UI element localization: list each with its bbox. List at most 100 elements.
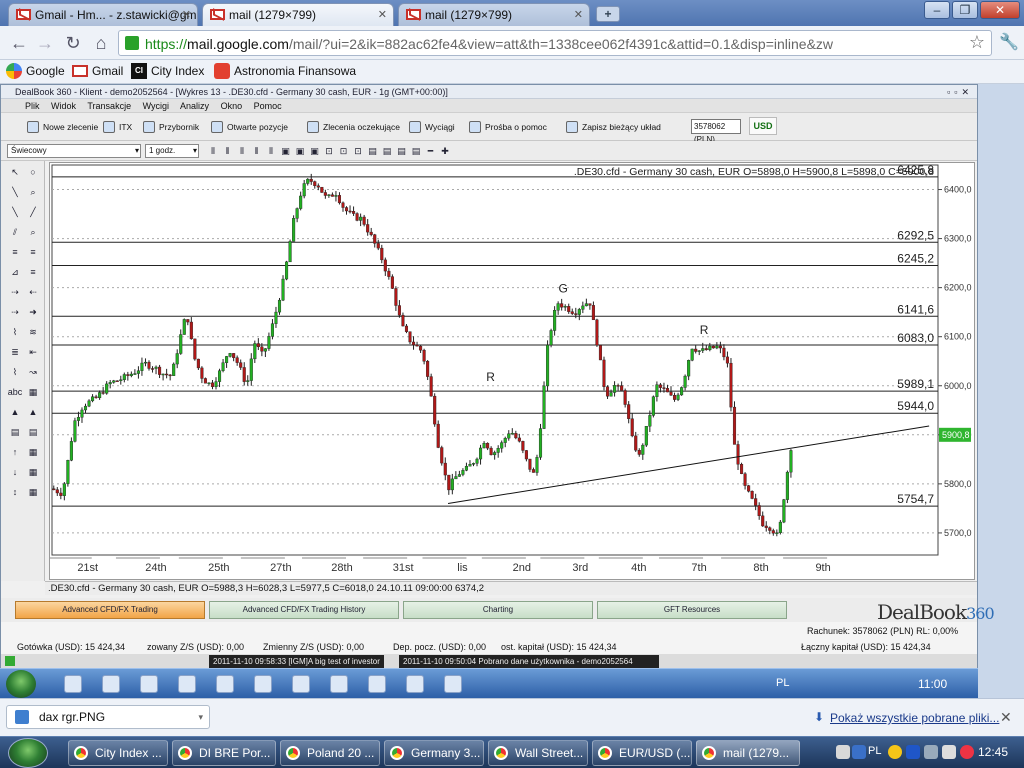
- candle-body[interactable]: [669, 391, 673, 396]
- shield-icon[interactable]: [888, 745, 902, 759]
- show-all-downloads-link[interactable]: Pokaż wszystkie pobrane pliki...: [814, 710, 999, 725]
- candle-body[interactable]: [750, 490, 754, 499]
- drawing-tool-icon[interactable]: ▦: [25, 445, 41, 459]
- candle-body[interactable]: [196, 358, 200, 369]
- candle-body[interactable]: [464, 465, 468, 471]
- candle-body[interactable]: [644, 425, 648, 446]
- candle-body[interactable]: [429, 376, 433, 397]
- candle-body[interactable]: [718, 345, 722, 349]
- new-order-button[interactable]: Nowe zlecenie: [27, 119, 98, 135]
- candle-body[interactable]: [387, 270, 391, 277]
- candle-body[interactable]: [404, 325, 409, 332]
- tab-gft-resources[interactable]: GFT Resources: [597, 601, 787, 619]
- drawing-tool-icon[interactable]: ╲: [7, 185, 23, 199]
- candle-body[interactable]: [263, 348, 267, 352]
- candle-body[interactable]: [623, 390, 627, 405]
- candle-body[interactable]: [80, 409, 84, 418]
- candle-body[interactable]: [651, 396, 655, 416]
- menu-pomoc[interactable]: Pomoc: [254, 101, 282, 111]
- drawing-tool-icon[interactable]: ➜: [25, 305, 41, 319]
- candle-body[interactable]: [482, 442, 486, 449]
- candle-body[interactable]: [500, 442, 504, 449]
- candle-body[interactable]: [408, 331, 412, 343]
- task-city-index[interactable]: City Index ...: [68, 740, 168, 766]
- candle-body[interactable]: [595, 319, 599, 346]
- candle-body[interactable]: [757, 505, 761, 517]
- candle-body[interactable]: [468, 464, 472, 467]
- candle-body[interactable]: [461, 470, 465, 475]
- candle-body[interactable]: [394, 288, 398, 306]
- reload-icon[interactable]: ↻: [62, 32, 84, 54]
- candle-body[interactable]: [277, 299, 282, 313]
- candle-body[interactable]: [683, 375, 687, 388]
- candle-body[interactable]: [486, 442, 490, 449]
- candle-body[interactable]: [299, 195, 303, 209]
- candle-body[interactable]: [94, 396, 98, 399]
- candle-body[interactable]: [105, 383, 109, 394]
- candle-body[interactable]: [306, 178, 310, 184]
- candle-body[interactable]: [246, 380, 250, 382]
- drawing-tool-icon[interactable]: ↝: [25, 365, 41, 379]
- candle-body[interactable]: [207, 382, 211, 385]
- candle-body[interactable]: [217, 370, 222, 382]
- candle-body[interactable]: [440, 447, 444, 464]
- candle-body[interactable]: [764, 525, 768, 528]
- candle-body[interactable]: [489, 447, 493, 456]
- candle-body[interactable]: [475, 458, 479, 464]
- task-wall-street[interactable]: Wall Street...: [488, 740, 588, 766]
- drawing-tool-icon[interactable]: ⌇: [7, 365, 23, 379]
- candle-body[interactable]: [665, 388, 670, 393]
- candle-body[interactable]: [373, 234, 377, 244]
- interval-select[interactable]: 1 godz. ▾: [145, 144, 199, 158]
- candle-body[interactable]: [479, 447, 483, 460]
- candle-body[interactable]: [556, 303, 560, 311]
- candle-body[interactable]: [119, 379, 123, 382]
- candle-body[interactable]: [83, 405, 88, 411]
- candle-body[interactable]: [613, 385, 617, 393]
- message-2[interactable]: 2011-11-10 09:50:04 Pobrano dane użytkow…: [399, 655, 659, 668]
- candle-body[interactable]: [789, 450, 793, 473]
- candle-body[interactable]: [359, 216, 363, 221]
- candle-body[interactable]: [214, 381, 218, 387]
- drawing-tool-icon[interactable]: ≋: [25, 325, 41, 339]
- candle-body[interactable]: [433, 395, 437, 425]
- drawing-tool-icon[interactable]: ⇢: [7, 285, 23, 299]
- drawing-tool-icon[interactable]: ▤: [7, 425, 23, 439]
- candle-body[interactable]: [708, 345, 712, 351]
- candle-body[interactable]: [581, 305, 585, 310]
- candle-body[interactable]: [697, 350, 701, 352]
- drawing-tool-icon[interactable]: ⌕: [25, 185, 41, 199]
- lang-indicator[interactable]: PL: [868, 745, 881, 757]
- candle-body[interactable]: [210, 382, 215, 387]
- candle-body[interactable]: [658, 384, 662, 388]
- candle-body[interactable]: [344, 207, 349, 212]
- pending-orders-button[interactable]: Zlecenia oczekujące: [307, 119, 400, 135]
- tray-icon[interactable]: [836, 745, 850, 759]
- candle-body[interactable]: [574, 313, 578, 315]
- home-icon[interactable]: ⌂: [90, 32, 112, 54]
- candle-body[interactable]: [101, 392, 105, 394]
- address-bar[interactable]: https://mail.google.com/mail/?ui=2&ik=88…: [118, 30, 992, 56]
- candle-body[interactable]: [521, 441, 525, 451]
- candle-body[interactable]: [313, 181, 317, 186]
- candle-body[interactable]: [634, 435, 638, 451]
- drawing-tool-icon[interactable]: ≣: [7, 345, 23, 359]
- tab-advanced-trading[interactable]: Advanced CFD/FX Trading: [15, 601, 205, 619]
- drawing-tool-icon[interactable]: ≡: [25, 245, 41, 259]
- candle-body[interactable]: [715, 345, 719, 349]
- candle-body[interactable]: [122, 374, 126, 380]
- candle-body[interactable]: [397, 305, 401, 316]
- candle-body[interactable]: [577, 309, 581, 315]
- candle-body[interactable]: [285, 261, 289, 280]
- candle-body[interactable]: [341, 202, 345, 208]
- candle-body[interactable]: [203, 378, 207, 384]
- candle-body[interactable]: [655, 384, 659, 397]
- bookmark-city-index[interactable]: CI City Index: [131, 63, 204, 81]
- candle-body[interactable]: [232, 353, 236, 358]
- volume-icon[interactable]: [942, 745, 956, 759]
- candle-body[interactable]: [55, 489, 59, 494]
- candle-body[interactable]: [267, 336, 271, 349]
- candle-body[interactable]: [193, 338, 197, 360]
- candle-body[interactable]: [553, 310, 557, 331]
- drawing-tool-icon[interactable]: ▤: [25, 425, 41, 439]
